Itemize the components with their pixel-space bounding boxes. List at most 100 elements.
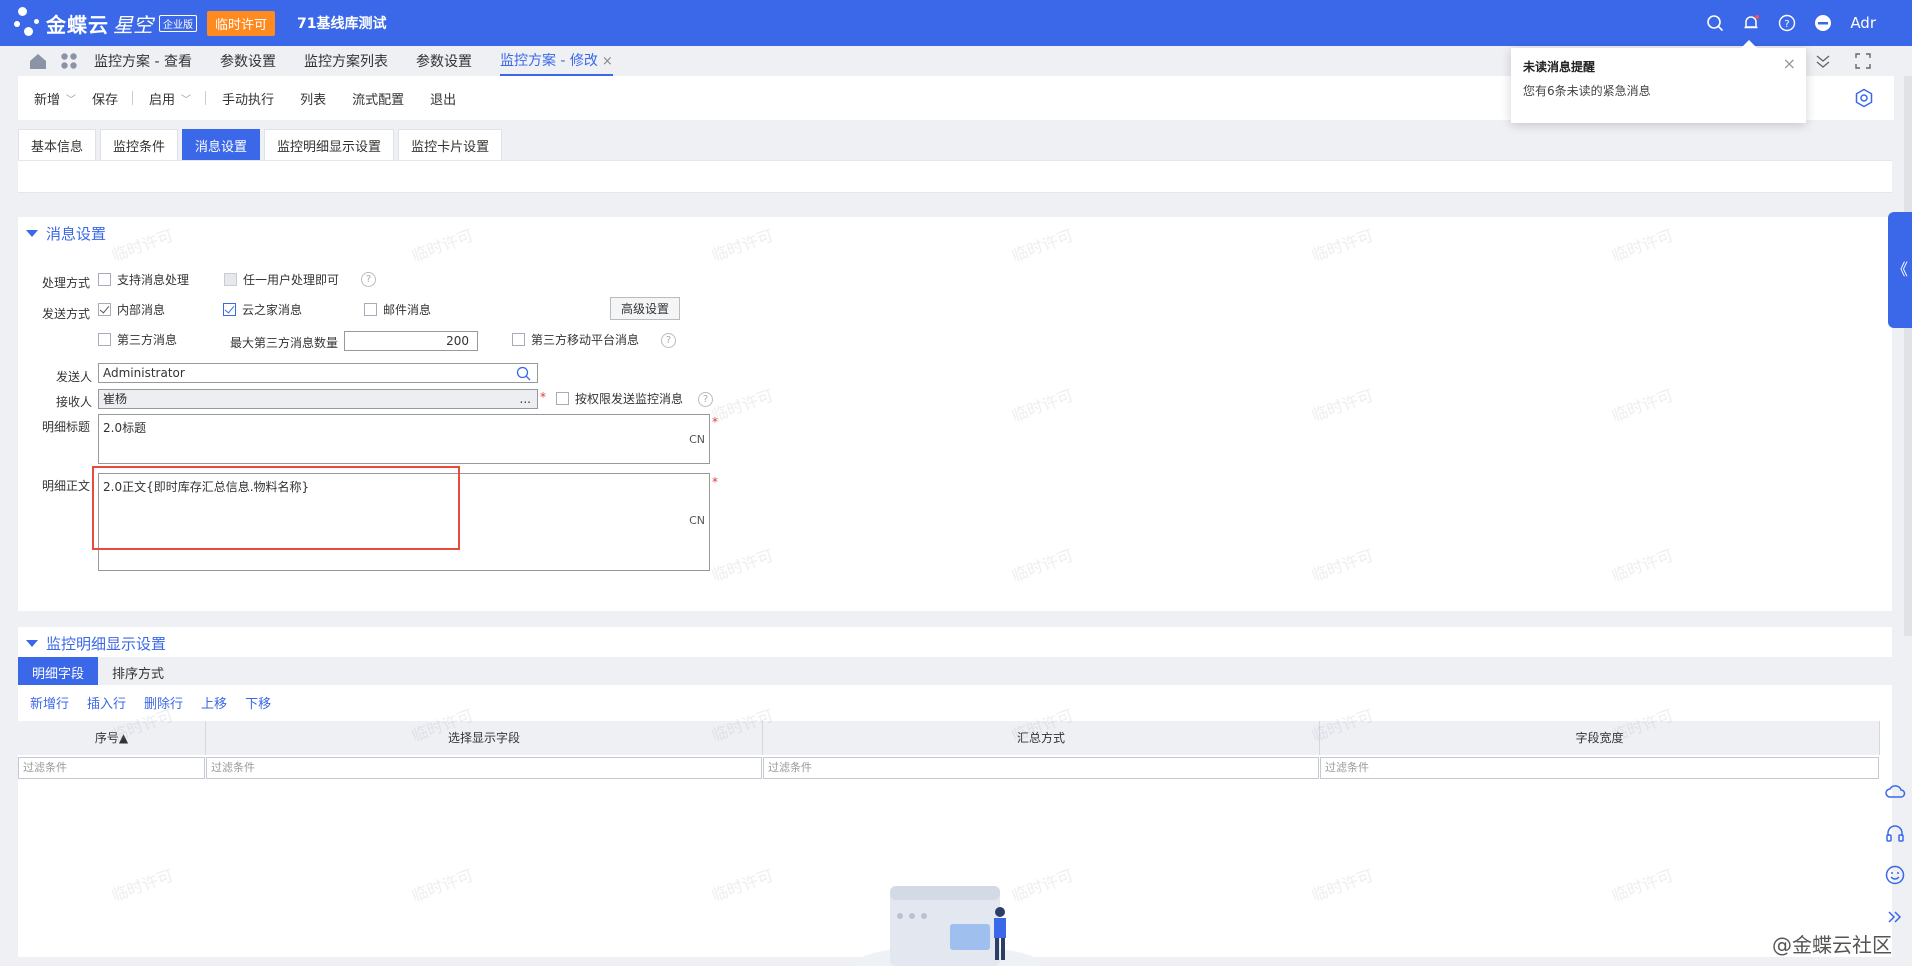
close-icon[interactable]: ×	[602, 54, 613, 69]
by-permission-label: 按权限发送监控消息	[575, 392, 684, 406]
filter-input-width[interactable]: 过滤条件	[1320, 757, 1879, 779]
license-badge[interactable]: 临时许可	[207, 10, 276, 36]
tab-scheme-edit[interactable]: 监控方案 - 修改 ×	[499, 46, 613, 76]
collapse-icon[interactable]	[26, 230, 38, 237]
checkbox-box[interactable]	[223, 303, 236, 316]
manual-run-button[interactable]: 手动执行	[222, 89, 274, 108]
user-name[interactable]: Adr	[1850, 14, 1876, 32]
collapse-icon[interactable]	[26, 640, 38, 647]
grid-header: 序号▲ 选择显示字段 汇总方式 字段宽度	[18, 721, 1880, 755]
column-header-width[interactable]: 字段宽度	[1320, 721, 1880, 755]
checkbox-box[interactable]	[364, 303, 377, 316]
save-button[interactable]: 保存	[92, 89, 118, 108]
close-icon[interactable]: ×	[1783, 54, 1796, 73]
tab-detail-fields[interactable]: 明细字段	[18, 657, 99, 685]
help-icon[interactable]: ?	[698, 392, 713, 407]
checkbox-box[interactable]	[556, 392, 569, 405]
more-icon[interactable]: ...	[520, 390, 531, 408]
any-user-process-checkbox[interactable]: 任一用户处理即可	[224, 271, 339, 288]
apps-grid-icon[interactable]	[60, 52, 78, 70]
exit-button[interactable]: 退出	[430, 89, 456, 108]
insert-row-button[interactable]: 插入行	[87, 693, 126, 712]
column-header-summary[interactable]: 汇总方式	[763, 721, 1320, 755]
checkbox-box[interactable]	[224, 273, 237, 286]
help-icon[interactable]: ?	[1778, 14, 1796, 32]
support-msg-process-checkbox[interactable]: 支持消息处理	[98, 271, 189, 288]
move-down-button[interactable]: 下移	[245, 693, 271, 712]
subtab-monitor-conditions[interactable]: 监控条件	[100, 129, 179, 162]
sender-value: Administrator	[103, 366, 185, 380]
receiver-field[interactable]: 崔杨 ...	[98, 389, 538, 409]
tab-sort-order[interactable]: 排序方式	[98, 657, 178, 685]
tab-param-settings-2[interactable]: 参数设置	[416, 47, 472, 75]
support-msg-process-label: 支持消息处理	[117, 273, 190, 287]
internal-msg-checkbox[interactable]: 内部消息	[98, 301, 165, 318]
enable-button[interactable]: 启用 ﹀	[149, 89, 191, 108]
subtab-basic-info[interactable]: 基本信息	[18, 129, 97, 162]
third-mobile-msg-checkbox[interactable]: 第三方移动平台消息	[512, 331, 639, 348]
tab-scheme-view[interactable]: 监控方案 - 查看	[94, 47, 192, 75]
tab-param-settings[interactable]: 参数设置	[220, 47, 276, 75]
chevron-double-right-icon[interactable]	[1884, 906, 1906, 928]
new-button[interactable]: 新增 ﹀	[34, 89, 76, 108]
by-permission-checkbox[interactable]: 按权限发送监控消息	[556, 390, 683, 407]
filter-input-seq[interactable]: 过滤条件	[18, 757, 205, 779]
checkbox-box[interactable]	[98, 333, 111, 346]
message-settings-header[interactable]: 消息设置	[26, 223, 106, 244]
gear-icon[interactable]	[1854, 88, 1874, 108]
sender-field[interactable]: Administrator	[98, 363, 538, 383]
subtab-detail-display[interactable]: 监控明细显示设置	[264, 129, 395, 162]
search-icon[interactable]	[516, 366, 531, 381]
third-party-msg-checkbox[interactable]: 第三方消息	[98, 331, 177, 348]
scrollbar[interactable]	[1904, 76, 1912, 636]
chevron-down-icon[interactable]: ﹀	[66, 91, 76, 106]
database-name[interactable]: 71基线库测试	[297, 13, 386, 33]
checkbox-box[interactable]	[98, 273, 111, 286]
smile-icon[interactable]	[1884, 864, 1906, 886]
message-settings-panel: 消息设置 处理方式 支持消息处理 任一用户处理即可 ? 发送方式 内部消息 云之…	[18, 217, 1892, 611]
max-third-input[interactable]: 200	[344, 331, 478, 351]
avatar-icon[interactable]	[1814, 14, 1832, 32]
headset-icon[interactable]	[1884, 822, 1906, 844]
receiver-label: 接收人	[56, 395, 93, 409]
help-icon[interactable]: ?	[361, 272, 376, 287]
new-button-label: 新增	[34, 92, 61, 108]
fullscreen-icon[interactable]	[1854, 52, 1872, 70]
filter-input-summary[interactable]: 过滤条件	[763, 757, 1319, 779]
grid-actions: 新增行 插入行 删除行 上移 下移	[30, 693, 289, 712]
search-icon[interactable]	[1706, 14, 1724, 32]
advanced-settings-button[interactable]: 高级设置	[610, 297, 681, 320]
mail-msg-checkbox[interactable]: 邮件消息	[364, 301, 431, 318]
subtab-message-settings[interactable]: 消息设置	[182, 129, 261, 162]
flow-config-button[interactable]: 流式配置	[352, 89, 404, 108]
checkbox-box[interactable]	[512, 333, 525, 346]
cloud-msg-checkbox[interactable]: 云之家消息	[223, 301, 302, 318]
detail-title-field[interactable]: 2.0标题 CN	[98, 414, 710, 464]
detail-tabs: 明细字段 排序方式	[18, 657, 1892, 685]
popup-message[interactable]: 您有6条未读的紧急消息	[1523, 82, 1651, 99]
move-up-button[interactable]: 上移	[201, 693, 227, 712]
list-button[interactable]: 列表	[300, 89, 326, 108]
logo: 金蝶云 星空 企业版	[14, 5, 197, 41]
notification-popup: 未读消息提醒 您有6条未读的紧急消息 ×	[1511, 40, 1806, 123]
tab-scheme-list[interactable]: 监控方案列表	[304, 47, 388, 75]
required-mark: *	[712, 475, 718, 489]
column-header-field[interactable]: 选择显示字段	[206, 721, 763, 755]
subtab-card-settings[interactable]: 监控卡片设置	[398, 129, 503, 162]
bell-icon[interactable]	[1742, 14, 1760, 32]
home-icon[interactable]	[28, 52, 48, 70]
detail-display-header[interactable]: 监控明细显示设置	[26, 633, 166, 654]
lang-switch[interactable]: CN	[689, 514, 705, 527]
brand-sub: 星空	[113, 12, 153, 37]
chevron-double-down-icon[interactable]	[1814, 52, 1832, 70]
delete-row-button[interactable]: 删除行	[144, 693, 183, 712]
help-icon[interactable]: ?	[661, 333, 676, 348]
lang-switch[interactable]: CN	[689, 433, 705, 446]
chevron-down-icon[interactable]: ﹀	[181, 91, 191, 106]
column-header-seq[interactable]: 序号▲	[18, 721, 206, 755]
add-row-button[interactable]: 新增行	[30, 693, 69, 712]
checkbox-box[interactable]	[98, 303, 111, 316]
side-panel-toggle[interactable]: 《	[1888, 212, 1912, 328]
filter-input-field[interactable]: 过滤条件	[206, 757, 762, 779]
cloud-icon[interactable]	[1884, 780, 1906, 802]
